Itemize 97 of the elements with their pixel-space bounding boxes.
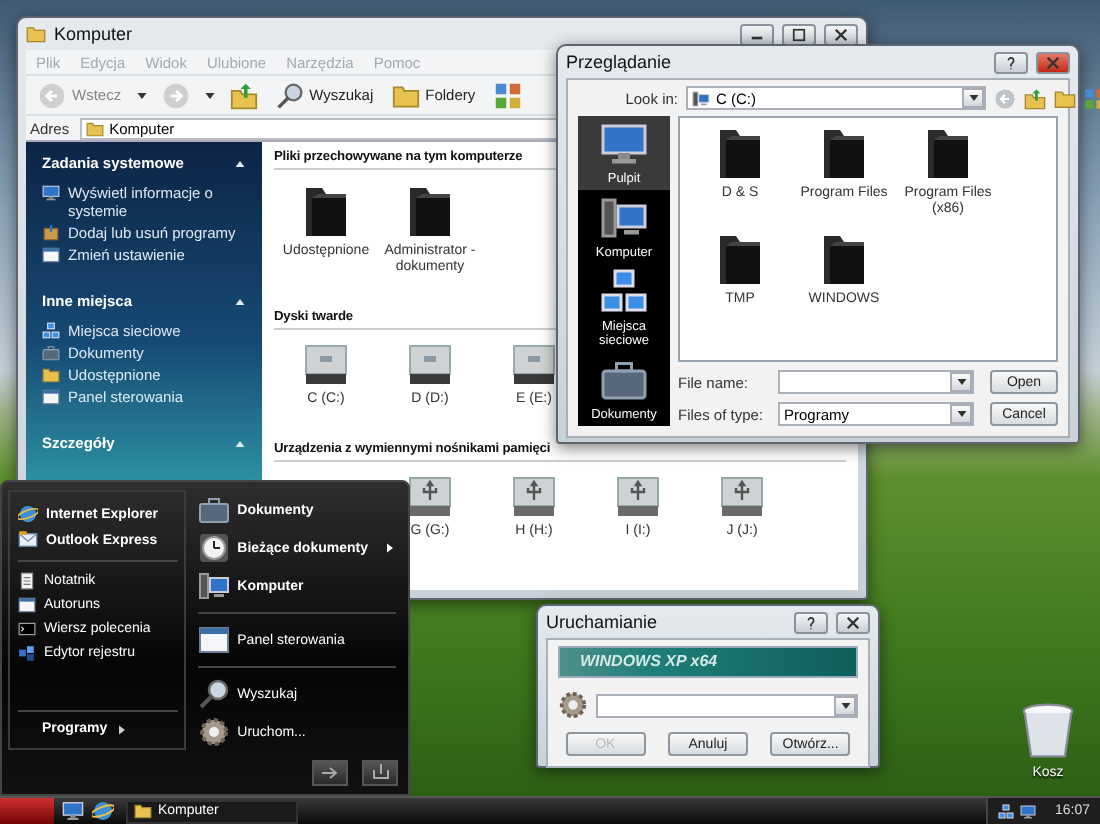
help-icon [1004,55,1018,69]
computer-icon [600,194,648,242]
caret-up-icon [234,295,246,307]
hard-drive-icon [406,342,454,386]
folder-icon [718,230,762,286]
window-title: Przeglądanie [566,52,674,72]
globe-icon [92,800,114,822]
folder-icon [391,81,420,109]
log-off-button[interactable] [312,759,348,785]
network-icon [42,322,60,340]
folder-icon [718,124,762,180]
chevron-right-icon [384,542,396,554]
dropdown-button[interactable] [950,404,972,424]
magnifier-icon [197,678,230,710]
dropdown-button[interactable] [962,88,984,108]
dropdown-button[interactable] [950,372,972,392]
minimize-button[interactable] [740,23,774,45]
close-button[interactable] [824,23,858,45]
file-name-field[interactable] [778,370,974,394]
usb-drive-icon [406,474,454,518]
close-icon [1046,55,1060,69]
dropdown-button[interactable] [834,695,856,715]
gear-icon [197,716,230,748]
caret-down-icon [955,408,967,420]
arrow-right-icon [321,765,339,779]
caret-down-icon [967,92,979,104]
folder-icon [85,119,104,137]
close-button[interactable] [836,611,870,633]
trash-can-icon [1018,700,1078,760]
folder-icon [408,182,452,238]
package-icon [42,224,60,242]
close-button[interactable] [1036,51,1070,73]
chevron-right-icon [115,723,128,735]
network-icon [998,803,1015,819]
shutdown-button[interactable] [362,759,398,785]
arrow-right-icon [161,81,190,109]
folder-up-icon [229,81,258,109]
window-icon [42,388,60,406]
cube-icon [18,644,36,662]
arrow-left-icon [38,81,66,109]
close-icon [834,27,848,41]
close-icon [846,615,860,629]
caret-up-icon [234,157,246,169]
window-title: Komputer [54,24,135,44]
usb-drive-icon [510,474,558,518]
briefcase-icon [600,356,648,404]
help-button[interactable] [994,51,1028,73]
monitor-icon [1020,803,1037,819]
network-icon [600,268,648,316]
maximize-icon [792,27,806,41]
hard-drive-icon [510,342,558,386]
folder-icon [822,230,866,286]
window-icon [197,624,230,656]
caret-down-icon [203,89,216,101]
monitor-icon [600,120,648,168]
grid-icon [1084,87,1100,109]
caret-down-icon [839,699,851,711]
arrow-left-icon [994,87,1016,109]
grid-icon [493,81,522,109]
toolbar-button[interactable] [225,78,262,112]
folder-icon [304,182,348,238]
window-title: Uruchamianie [546,612,660,632]
caret-down-icon [955,376,967,388]
globe-icon [18,504,38,524]
folder-icon [822,124,866,180]
help-button[interactable] [794,611,828,633]
computer-icon [197,570,230,602]
folder-icon [134,802,152,820]
computer-icon [692,89,710,107]
hard-drive-icon [302,342,350,386]
caret-down-icon [135,89,148,101]
command-field[interactable] [596,693,858,717]
gear-icon [558,690,588,720]
briefcase-icon [42,344,60,362]
power-icon [371,764,389,780]
clock-icon [197,532,230,564]
magnifier-icon [275,81,304,109]
help-icon [804,615,818,629]
usb-drive-icon [718,474,766,518]
folder-icon [1054,87,1076,109]
monitor-icon [62,800,84,822]
terminal-icon [18,620,36,638]
maximize-button[interactable] [782,23,816,45]
monitor-icon [42,184,60,202]
folder-icon [42,366,60,384]
folder-icon [26,24,46,44]
window-icon [18,596,36,614]
usb-drive-icon [614,474,662,518]
window-icon [42,246,60,264]
notepad-icon [18,572,36,590]
folder-up-icon [1024,87,1046,109]
folder-icon [926,124,970,180]
briefcase-icon [197,494,230,526]
start-button[interactable] [0,797,54,824]
banner-logo-text: WINDOWS XP x64 [580,652,718,672]
caret-up-icon [234,437,246,449]
envelope-icon [18,530,38,550]
